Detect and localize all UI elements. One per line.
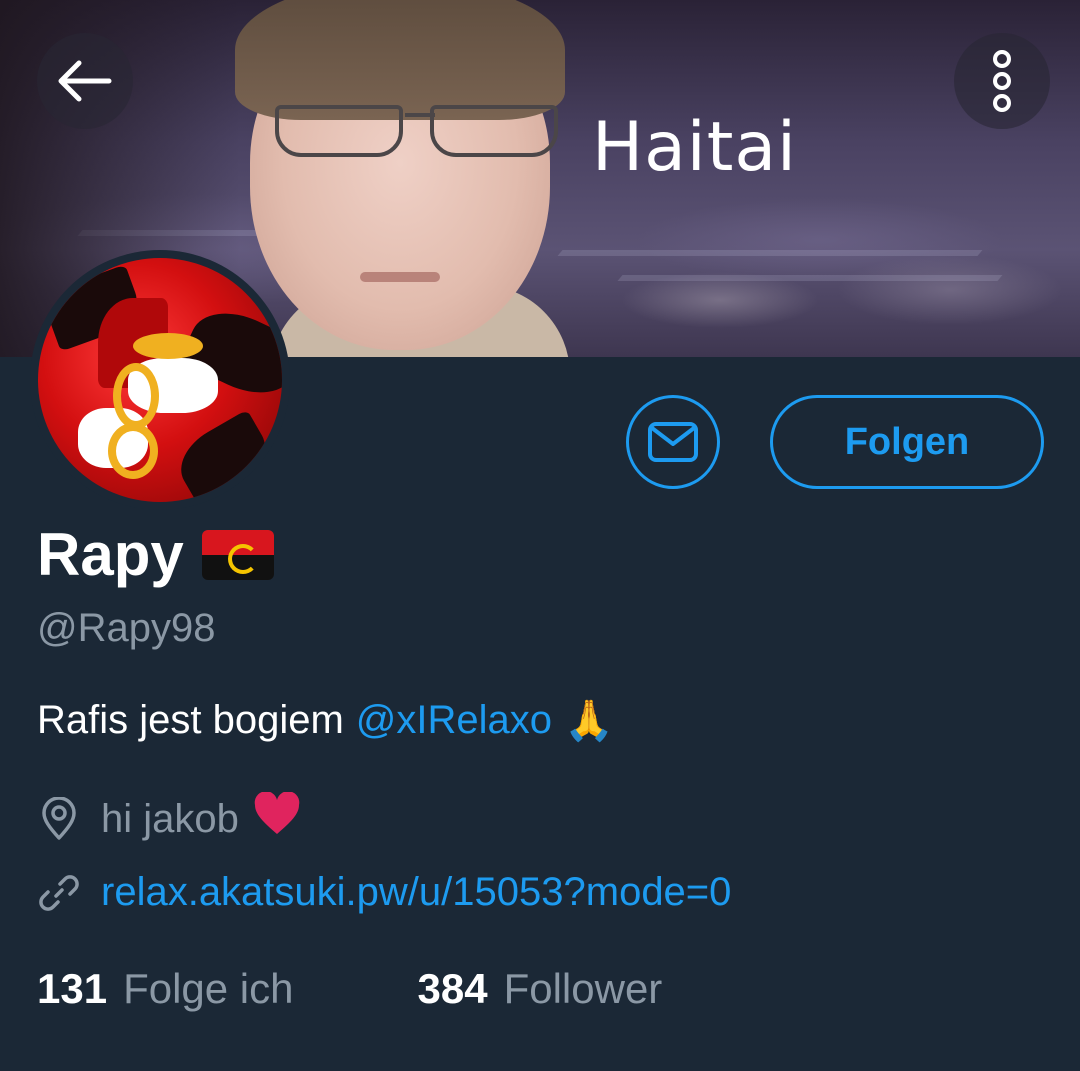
avatar-image xyxy=(38,258,282,502)
back-button[interactable] xyxy=(37,33,133,129)
banner-portrait xyxy=(230,0,570,357)
avatar[interactable] xyxy=(30,250,290,510)
following-count: 131 xyxy=(37,965,108,1012)
profile-handle: @Rapy98 xyxy=(37,606,216,650)
website-link[interactable]: relax.akatsuki.pw/u/15053?mode=0 xyxy=(101,870,731,915)
name-row: Rapy xyxy=(37,520,274,589)
heart-emoji xyxy=(253,791,301,846)
more-options-button[interactable] xyxy=(954,33,1050,129)
angola-flag-icon xyxy=(201,529,274,580)
arrow-left-icon xyxy=(58,60,112,102)
location-text: hi jakob xyxy=(101,796,239,841)
more-vertical-icon xyxy=(993,50,1011,112)
praying-hands-emoji: 🙏 xyxy=(564,699,614,743)
website-row: relax.akatsuki.pw/u/15053?mode=0 xyxy=(37,870,731,915)
banner-caption: Haitai xyxy=(592,108,797,187)
follow-button[interactable]: Folgen xyxy=(770,395,1044,489)
profile-bio: Rafis jest bogiem @xIRelaxo 🙏 xyxy=(37,697,614,744)
bio-text: Rafis jest bogiem xyxy=(37,698,344,742)
following-label: Folge ich xyxy=(123,965,294,1012)
message-button[interactable] xyxy=(626,395,720,489)
display-name: Rapy xyxy=(37,521,184,588)
following-stat[interactable]: 131 Folge ich xyxy=(37,965,294,1013)
location-row: hi jakob xyxy=(37,791,301,846)
link-icon xyxy=(37,871,81,915)
followers-stat[interactable]: 384 Follower xyxy=(418,965,663,1013)
location-pin-icon xyxy=(37,797,81,841)
bio-mention-link[interactable]: @xIRelaxo xyxy=(356,698,552,743)
followers-count: 384 xyxy=(417,965,488,1012)
follow-stats: 131 Folge ich 384 Follower xyxy=(37,965,662,1013)
envelope-icon xyxy=(648,422,698,462)
followers-label: Follower xyxy=(503,965,663,1012)
